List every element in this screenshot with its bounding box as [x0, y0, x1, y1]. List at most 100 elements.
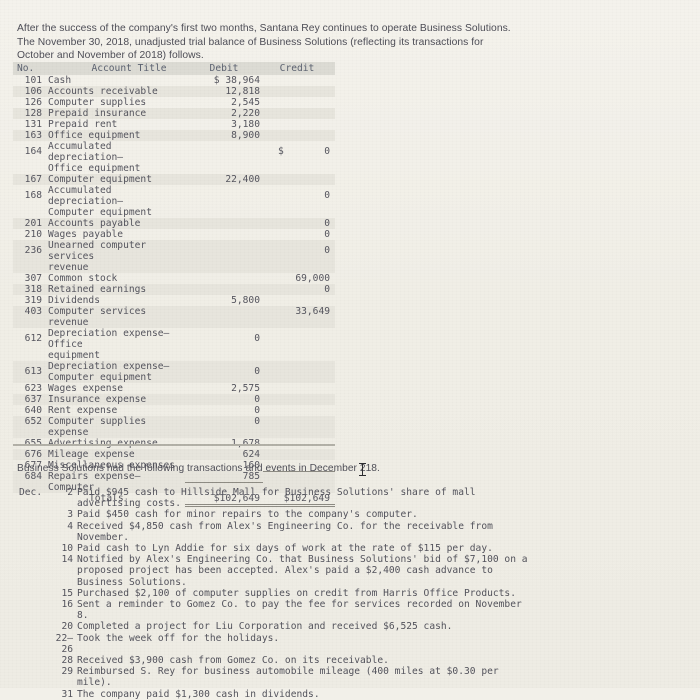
cell-credit: $ 0 [278, 146, 330, 157]
cell-account-title: Mileage expense [48, 449, 135, 460]
cell-credit: 0 [324, 218, 330, 229]
cell-account-no: 676 [24, 449, 42, 460]
table-row: 210 Wages payable 0 [13, 229, 335, 240]
cell-account-no: 307 [24, 273, 42, 284]
column-header-debit: Debit [209, 63, 239, 74]
cell-account-no: 637 [24, 394, 42, 405]
list-item: 16 Sent a reminder to Gomez Co. to pay th… [13, 599, 673, 621]
intro-paragraph: After the success of the company's first… [17, 23, 511, 62]
cell-credit [263, 328, 335, 333]
column-header-no: No. [17, 63, 35, 74]
cell-account-title: Accumulated depreciation— Computer equip… [48, 185, 152, 218]
cell-debit: 2,575 [231, 383, 260, 394]
cell-debit: 624 [242, 449, 260, 460]
transaction-day: 10 [61, 543, 73, 555]
cell-account-no: 652 [24, 416, 42, 427]
list-item: 10 Paid cash to Lyn Addie for six days of… [13, 543, 673, 554]
list-item: 29 Reimbursed S. Rey for business automob… [13, 666, 673, 688]
list-item: 20 Completed a project for Liu Corporatio… [13, 621, 673, 632]
transaction-text: Paid $450 cash for minor repairs to the … [77, 509, 418, 521]
cell-account-no: 126 [24, 97, 42, 108]
cell-credit: 0 [324, 229, 330, 240]
cell-credit: 0 [324, 190, 330, 201]
transaction-day: 29 [61, 666, 73, 678]
transaction-day: 26 [61, 643, 73, 655]
december-month-label: Dec. [19, 487, 43, 498]
table-row: 623 Wages expense 2,575 [13, 383, 335, 394]
list-item: 26 [13, 644, 673, 655]
cell-account-no: 167 [24, 174, 42, 185]
cell-account-no: 168 [24, 190, 42, 201]
list-item: 15 Purchased $2,100 of computer supplies … [13, 588, 673, 599]
table-row: 106 Accounts receivable 12,818 [13, 86, 335, 97]
table-row: 164 Accumulated depreciation— Office equi… [13, 141, 335, 174]
cell-debit: 0 [254, 416, 260, 427]
table-row: 128 Prepaid insurance 2,220 [13, 108, 335, 119]
transaction-day: 28 [61, 655, 73, 667]
cell-credit: 33,649 [295, 306, 330, 317]
table-row: 613 Depreciation expense— Computer equipm… [13, 361, 335, 383]
cell-account-no: 403 [24, 306, 42, 317]
cell-account-no: 318 [24, 284, 42, 295]
december-transactions-list: Dec. 2 Paid $945 cash to Hillside Mall for… [13, 487, 673, 700]
cell-account-no: 128 [24, 108, 42, 119]
cell-account-no: 101 [24, 75, 42, 86]
transaction-text: Sent a reminder to Gomez Co. to pay the … [77, 599, 522, 622]
list-item: 28 Received $3,900 cash from Gomez Co. on… [13, 655, 673, 666]
document-page: After the success of the company's first… [0, 0, 700, 700]
cell-account-title: Accounts receivable [48, 86, 158, 97]
table-header-row: No. Account Title Debit Credit [13, 62, 335, 75]
table-body: 101 Cash $ 38,964 106 Accounts receivable 12,… [13, 75, 335, 493]
table-row: 163 Office equipment 8,900 [13, 130, 335, 141]
cell-account-no: 106 [24, 86, 42, 97]
column-header-credit: Credit [279, 63, 315, 74]
cell-debit: 0 [254, 394, 260, 405]
transaction-day: 16 [61, 599, 73, 611]
cell-account-no: 164 [24, 146, 42, 157]
cell-debit: $ 38,964 [213, 75, 260, 86]
cell-account-title: Wages payable [48, 229, 124, 240]
trial-balance-table: No. Account Title Debit Credit 101 Cash $ … [13, 62, 335, 507]
cell-account-title: Prepaid insurance [48, 108, 147, 119]
cell-account-title: Accumulated depreciation— Office equipme… [48, 141, 141, 174]
list-item: 22— Took the week off for the holidays. [13, 633, 673, 644]
table-row: 201 Accounts payable 0 [13, 218, 335, 229]
cell-account-no: 613 [24, 366, 42, 377]
transaction-text: Paid $945 cash to Hillside Mall for Busi… [77, 487, 476, 510]
transaction-day: 14 [61, 554, 73, 566]
cell-account-title: Depreciation expense— Computer equipment [48, 361, 170, 383]
table-row: 318 Retained earnings 0 [13, 284, 335, 295]
cell-account-title: Prepaid rent [48, 119, 118, 130]
cell-account-title: Depreciation expense—Office equipment [48, 328, 170, 361]
table-row: 403 Computer services revenue 33,649 [13, 306, 335, 328]
table-row: 167 Computer equipment 22,400 [13, 174, 335, 185]
cell-account-title: Computer supplies expense [48, 416, 147, 438]
table-row: 640 Rent expense 0 [13, 405, 335, 416]
cell-account-no: 236 [24, 245, 42, 256]
cell-account-title: Office equipment [48, 130, 141, 141]
december-intro: Business Solutions had the following tra… [17, 463, 380, 476]
transaction-text: Completed a project for Liu Corporation … [77, 621, 453, 633]
cell-account-title: Cash [48, 75, 72, 86]
cell-account-title: Dividends [48, 295, 100, 306]
transaction-text: Received $4,850 cash from Alex's Enginee… [77, 520, 493, 543]
transaction-text: Purchased $2,100 of computer supplies on… [77, 587, 516, 599]
transaction-day: 15 [61, 587, 73, 599]
cell-debit: 2,545 [231, 97, 260, 108]
cell-account-title: Computer services revenue [48, 306, 147, 328]
list-item: 31 The company paid $1,300 cash in divide… [13, 689, 673, 700]
transaction-day: 22— [55, 632, 73, 644]
cell-account-no: 612 [24, 333, 42, 344]
cell-account-title: Unearned computer services revenue [48, 240, 147, 273]
cell-credit [263, 361, 335, 366]
table-row: 652 Computer supplies expense 0 [13, 416, 335, 438]
december-intro-after: 18. [365, 463, 380, 474]
cell-account-title: Computer supplies [48, 97, 147, 108]
cell-debit [185, 240, 263, 245]
cell-credit: 0 [324, 284, 330, 295]
cell-account-no: 623 [24, 383, 42, 394]
cell-debit: 3,180 [231, 119, 260, 130]
cell-debit: 0 [254, 366, 260, 377]
transaction-day: 31 [61, 688, 73, 700]
cell-debit [185, 141, 263, 146]
